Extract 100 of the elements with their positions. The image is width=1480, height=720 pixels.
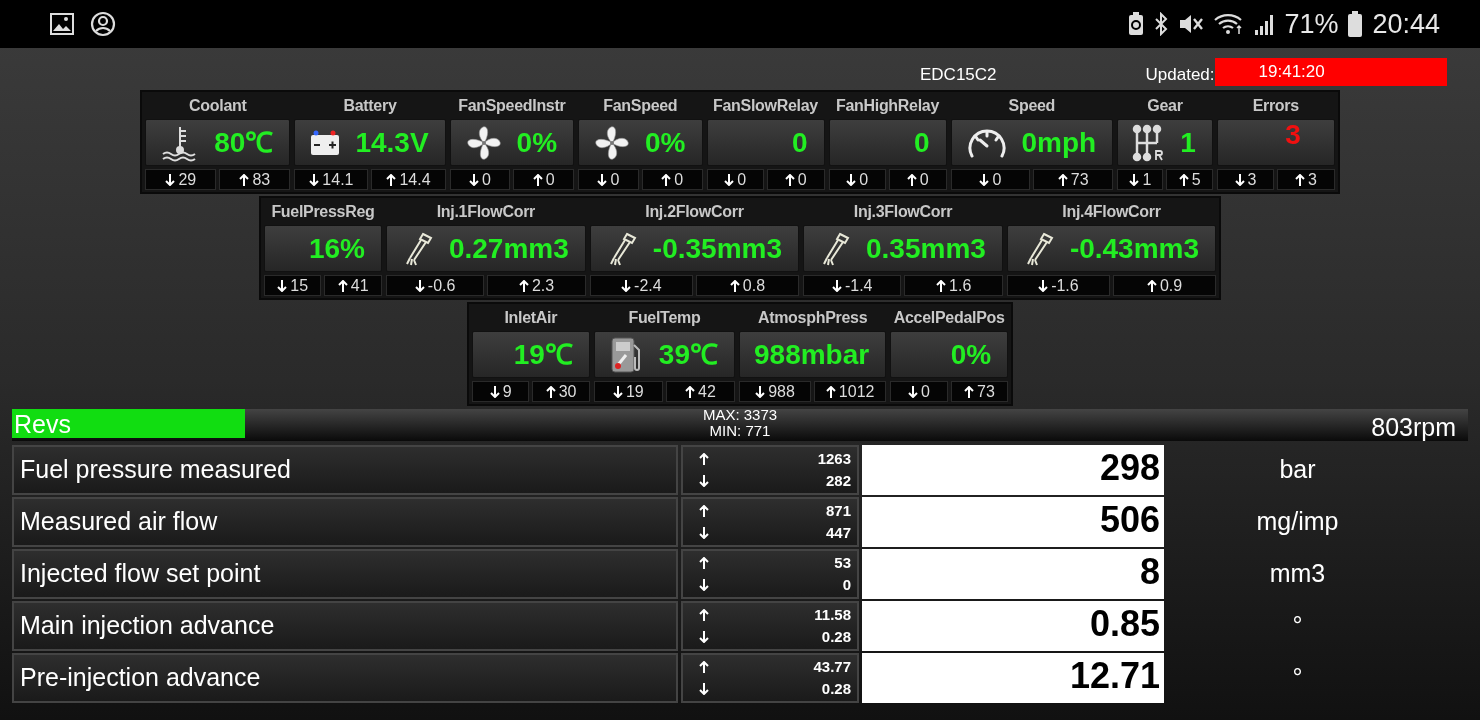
bluetooth-icon <box>1154 12 1169 36</box>
gauge-value: 0 <box>913 128 930 157</box>
max-value: 14.4 <box>399 169 431 190</box>
gauge-label: Gear <box>1146 96 1184 116</box>
gauge-value: 0% <box>516 128 558 157</box>
max-value: 73 <box>977 381 995 402</box>
up-arrow-icon <box>699 661 709 673</box>
up-arrow-icon <box>532 173 543 186</box>
gauge-value: 0 <box>791 128 808 157</box>
up-arrow-icon <box>685 385 696 398</box>
gauge-value: 0% <box>645 128 686 157</box>
mute-icon <box>1178 12 1205 36</box>
up-arrow-icon <box>699 609 709 621</box>
up-arrow-icon <box>936 279 947 292</box>
max-value: 0 <box>797 169 807 190</box>
up-arrow-icon <box>518 279 529 292</box>
min-value: 3 <box>1247 169 1257 190</box>
up-arrow-icon <box>337 279 348 292</box>
down-arrow-icon <box>489 385 500 398</box>
gauge-value: 16% <box>308 234 365 263</box>
rpm-max: MAX: 3373 <box>702 407 778 423</box>
reading-name: Fuel pressure measured <box>12 445 678 495</box>
up-arrow-icon <box>699 505 709 517</box>
gauge-label: Inj.2FlowCorr <box>644 202 745 222</box>
reading-unit: ° <box>1291 662 1304 694</box>
min-value: 0 <box>920 381 930 402</box>
signal-icon <box>1254 12 1275 36</box>
reading-name: Measured air flow <box>12 497 678 547</box>
max-value: 5 <box>1191 169 1201 190</box>
gauge-label: Inj.3FlowCorr <box>852 202 954 222</box>
rpm-value: 803rpm <box>1371 412 1456 443</box>
min-value: 0 <box>610 169 620 190</box>
max-value: 0 <box>919 169 929 190</box>
down-arrow-icon <box>979 173 990 186</box>
reading-unit: mg/imp <box>1255 506 1340 538</box>
gauge-label: InletAir <box>503 308 559 328</box>
down-arrow-icon <box>165 173 176 186</box>
down-arrow-icon <box>414 279 425 292</box>
up-arrow-icon <box>1057 173 1068 186</box>
max-value: 83 <box>252 169 271 190</box>
gauge-label: FuelTemp <box>627 308 702 328</box>
down-arrow-icon <box>699 631 709 643</box>
min-value: 282 <box>825 470 851 491</box>
min-value: -2.4 <box>634 275 662 296</box>
up-arrow-icon <box>784 173 795 186</box>
up-arrow-icon <box>1146 279 1157 292</box>
min-value: 0.28 <box>821 626 851 647</box>
down-arrow-icon <box>277 279 288 292</box>
min-value: 0 <box>859 169 869 190</box>
min-value: 9 <box>502 381 512 402</box>
reading-value: 298 <box>862 445 1164 495</box>
up-arrow-icon <box>699 453 709 465</box>
max-value: 30 <box>558 381 577 402</box>
gauge-value: -0.35mm3 <box>652 234 782 263</box>
gauge-value: 19℃ <box>513 340 573 369</box>
battery-icon <box>1348 11 1363 37</box>
gauge-label: Speed <box>1007 96 1057 116</box>
min-value: 29 <box>178 169 197 190</box>
reading-value: 12.71 <box>862 653 1164 703</box>
min-value: -0.6 <box>427 275 456 296</box>
max-value: 871 <box>825 500 851 521</box>
reading-name: Injected flow set point <box>12 549 678 599</box>
gauge-value: 0.27mm3 <box>448 234 569 263</box>
reading-value: 0.85 <box>862 601 1164 651</box>
gauge-value: 39℃ <box>658 340 718 369</box>
up-arrow-icon <box>239 173 250 186</box>
min-value: 988 <box>768 381 795 402</box>
up-arrow-icon <box>545 385 556 398</box>
reading-value: 506 <box>862 497 1164 547</box>
down-arrow-icon <box>597 173 608 186</box>
max-value: 0 <box>674 169 684 190</box>
max-value: 73 <box>1070 169 1089 190</box>
max-value: 0.9 <box>1159 275 1183 296</box>
down-arrow-icon <box>755 385 766 398</box>
gauge-value: 0% <box>950 340 992 369</box>
min-value: 0.28 <box>821 678 851 699</box>
down-arrow-icon <box>907 385 918 398</box>
gauge-label: Coolant <box>188 96 248 116</box>
min-value: 0 <box>992 169 1002 190</box>
picture-icon <box>50 13 74 35</box>
up-arrow-icon <box>699 557 709 569</box>
gauge-value: 988mbar <box>754 340 870 369</box>
max-value: 11.58 <box>814 604 851 625</box>
reading-name: Pre-injection advance <box>12 653 678 703</box>
max-value: 53 <box>834 552 851 573</box>
min-value: 0 <box>481 169 491 190</box>
down-arrow-icon <box>1038 279 1049 292</box>
rpm-min: MIN: 771 <box>708 423 772 439</box>
up-arrow-icon <box>661 173 672 186</box>
min-value: 15 <box>290 275 309 296</box>
up-arrow-icon <box>906 173 917 186</box>
gauge-label: Battery <box>342 96 398 116</box>
down-arrow-icon <box>699 579 709 591</box>
gauge-label: FanSlowRelay <box>712 96 819 116</box>
gauge-value: 80℃ <box>214 128 274 157</box>
gauge-label: FanSpeed <box>602 96 679 116</box>
max-value: 1263 <box>817 448 851 469</box>
gauge-label: AccelPedalPos <box>892 308 1006 328</box>
gauge-label: FuelPressReg <box>270 202 376 222</box>
max-value: 43.77 <box>813 656 851 677</box>
